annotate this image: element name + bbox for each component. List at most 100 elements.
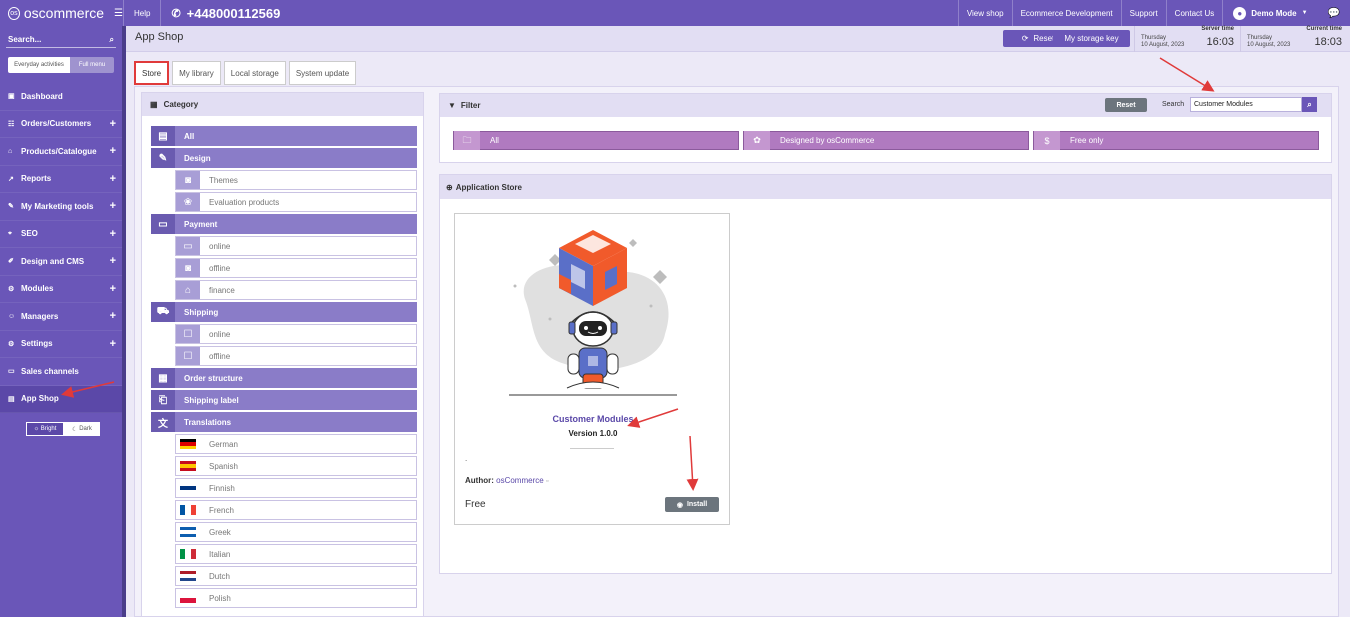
category-dutch[interactable]: Dutch bbox=[175, 566, 417, 586]
category-order-structure[interactable]: ▦ Order structure bbox=[151, 368, 417, 388]
install-button[interactable]: ◉ Install bbox=[665, 497, 719, 512]
category-all[interactable]: ▤ All bbox=[151, 126, 417, 146]
full-menu-toggle[interactable]: Full menu bbox=[70, 57, 114, 73]
page-title: App Shop bbox=[135, 31, 184, 43]
filter-option-designed-by-oscommerce[interactable]: ✿ Designed by osCommerce bbox=[743, 131, 1029, 150]
expand-plus-icon[interactable]: + bbox=[110, 145, 116, 157]
category-label: online bbox=[209, 329, 231, 339]
category-icon: ☐ bbox=[176, 347, 200, 365]
expand-plus-icon[interactable]: + bbox=[110, 255, 116, 267]
expand-plus-icon[interactable]: + bbox=[110, 228, 116, 240]
sidebar-item-sales-channels[interactable]: ▭ Sales channels bbox=[0, 358, 122, 386]
page-header: App Shop ⟳ Reset My storage key Server ti… bbox=[126, 26, 1350, 52]
bright-theme-button[interactable]: ☼ Bright bbox=[26, 422, 64, 436]
sidebar-scrollbar[interactable] bbox=[122, 26, 126, 617]
category-online[interactable]: ▭ online bbox=[175, 236, 417, 256]
logo[interactable]: os oscommerce ☰ bbox=[0, 0, 124, 26]
filter-search-input[interactable]: Customer Modules bbox=[1190, 97, 1302, 112]
flag-icon bbox=[176, 479, 200, 497]
sidebar-item-app-shop[interactable]: ▤ App Shop bbox=[0, 385, 122, 413]
category-finance[interactable]: ⌂ finance bbox=[175, 280, 417, 300]
flag-icon bbox=[176, 545, 200, 563]
dark-theme-button[interactable]: ☾ Dark bbox=[64, 422, 100, 436]
sidebar-item-dashboard[interactable]: ▣ Dashboard bbox=[0, 83, 122, 111]
filter-panel: ▼ Filter Reset Search Customer Modules ⌕… bbox=[439, 93, 1332, 163]
sidebar-item-settings[interactable]: ⚙ Settings + bbox=[0, 331, 122, 358]
category-icon: ▤ bbox=[151, 126, 175, 146]
expand-plus-icon[interactable]: + bbox=[110, 338, 116, 350]
app-card[interactable]: Customer Modules Version 1.0.0 . Author:… bbox=[454, 213, 730, 525]
sidebar-item-orders-customers[interactable]: ☷ Orders/Customers + bbox=[0, 111, 122, 138]
sidebar-search-input[interactable]: Search... ⌕ bbox=[6, 32, 116, 48]
sidebar-item-modules[interactable]: ⚙ Modules + bbox=[0, 276, 122, 303]
category-spanish[interactable]: Spanish bbox=[175, 456, 417, 476]
category-title: Category bbox=[163, 100, 199, 109]
search-label: Search bbox=[1162, 101, 1185, 108]
application-store-title: Application Store bbox=[455, 182, 522, 192]
sidebar-item-design-and-cms[interactable]: ✐ Design and CMS + bbox=[0, 248, 122, 276]
category-shipping[interactable]: ⛟ Shipping bbox=[151, 302, 417, 322]
tab-my-library[interactable]: My library bbox=[172, 61, 221, 85]
sidebar-item-products-catalogue[interactable]: ⌂ Products/Catalogue + bbox=[0, 138, 122, 166]
everyday-activities-toggle[interactable]: Everyday activities bbox=[8, 57, 70, 73]
support-link[interactable]: Support bbox=[1120, 0, 1166, 26]
contact-us-link[interactable]: Contact Us bbox=[1165, 0, 1223, 26]
category-italian[interactable]: Italian bbox=[175, 544, 417, 564]
category-label: finance bbox=[209, 285, 235, 295]
filter-option-free-only[interactable]: $ Free only bbox=[1033, 131, 1319, 150]
sidebar-item-managers[interactable]: ☺ Managers + bbox=[0, 303, 122, 331]
marketing-icon: ✎ bbox=[8, 203, 14, 211]
expand-plus-icon[interactable]: + bbox=[110, 310, 116, 322]
ecommerce-development-link[interactable]: Ecommerce Development bbox=[1011, 0, 1121, 26]
filter-reset-button[interactable]: Reset bbox=[1105, 98, 1147, 112]
category-label: Italian bbox=[209, 549, 231, 559]
tab-store[interactable]: Store bbox=[134, 61, 170, 85]
my-storage-key-button[interactable]: My storage key bbox=[1053, 30, 1130, 47]
category-payment[interactable]: ▭ Payment bbox=[151, 214, 417, 234]
app-name-link[interactable]: Customer Modules bbox=[455, 414, 731, 424]
category-finnish[interactable]: Finnish bbox=[175, 478, 417, 498]
sidebar-item-label: Modules bbox=[21, 284, 54, 294]
category-icon: ☐ bbox=[176, 325, 200, 343]
tab-system-update[interactable]: System update bbox=[288, 61, 357, 85]
user-menu[interactable]: ● Demo Mode ▼ bbox=[1222, 0, 1317, 26]
category-greek[interactable]: Greek bbox=[175, 522, 417, 542]
sidebar-item-label: Orders/Customers bbox=[21, 119, 92, 129]
sidebar-item-my-marketing-tools[interactable]: ✎ My Marketing tools + bbox=[0, 193, 122, 221]
sidebar-item-seo[interactable]: ⌖ SEO + bbox=[0, 221, 122, 248]
users-icon: ☷ bbox=[8, 120, 15, 128]
category-german[interactable]: German bbox=[175, 434, 417, 454]
category-label: German bbox=[209, 439, 238, 449]
author-link[interactable]: osCommerce bbox=[496, 476, 544, 485]
category-label: Order structure bbox=[184, 373, 243, 383]
category-offline[interactable]: ☐ offline bbox=[175, 346, 417, 366]
category-offline[interactable]: ◙ offline bbox=[175, 258, 417, 278]
filter-option-all[interactable]: 🗀 All bbox=[453, 131, 739, 150]
category-polish[interactable]: Polish bbox=[175, 588, 417, 608]
category-icon: ▦ bbox=[151, 368, 175, 388]
category-online[interactable]: ☐ online bbox=[175, 324, 417, 344]
category-design[interactable]: ✎ Design bbox=[151, 148, 417, 168]
app-version: Version 1.0.0 bbox=[568, 429, 618, 438]
help-link[interactable]: Help bbox=[124, 0, 162, 26]
category-evaluation-products[interactable]: ❀ Evaluation products bbox=[175, 192, 417, 212]
hamburger-menu-icon[interactable]: ☰ bbox=[114, 8, 123, 19]
category-shipping-label[interactable]: ⎗ Shipping label bbox=[151, 390, 417, 410]
flag-icon bbox=[176, 567, 200, 585]
managers-icon: ☺ bbox=[8, 312, 16, 320]
category-themes[interactable]: ◙ Themes bbox=[175, 170, 417, 190]
expand-plus-icon[interactable]: + bbox=[110, 200, 116, 212]
sidebar-item-reports[interactable]: ↗ Reports + bbox=[0, 166, 122, 193]
category-french[interactable]: French bbox=[175, 500, 417, 520]
refresh-icon: ⟳ bbox=[1021, 34, 1029, 43]
view-shop-link[interactable]: View shop bbox=[957, 0, 1012, 26]
category-label: Polish bbox=[209, 593, 231, 603]
chat-icon[interactable]: 💬 bbox=[1318, 0, 1350, 26]
tab-local-storage[interactable]: Local storage bbox=[223, 61, 286, 85]
expand-plus-icon[interactable]: + bbox=[110, 283, 116, 295]
search-button[interactable]: ⌕ bbox=[1302, 97, 1317, 112]
category-translations[interactable]: 文 Translations bbox=[151, 412, 417, 432]
expand-plus-icon[interactable]: + bbox=[110, 118, 116, 130]
phone-text: +448000112569 bbox=[186, 5, 281, 21]
expand-plus-icon[interactable]: + bbox=[110, 173, 116, 185]
